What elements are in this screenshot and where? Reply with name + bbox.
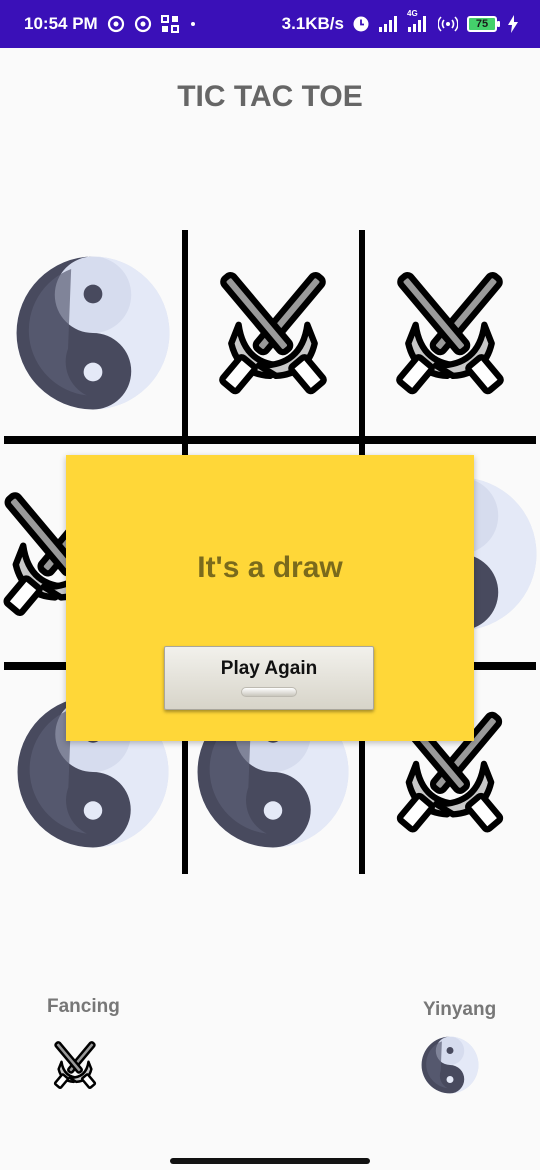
board-cell-1[interactable] — [4, 230, 182, 436]
net-speed: 3.1KB/s — [281, 14, 344, 33]
signal-4g-icon: 4G — [407, 9, 429, 32]
signal-icon — [378, 16, 398, 32]
at-sign-icon — [134, 15, 152, 33]
play-again-button[interactable]: Play Again — [164, 646, 374, 710]
fencing-icon — [371, 254, 529, 412]
yinyang-icon — [15, 255, 171, 411]
battery-level: 75 — [475, 18, 489, 30]
board-cell-3[interactable] — [364, 230, 536, 436]
clock-icon — [353, 16, 369, 32]
player-right-name: Yinyang — [423, 999, 497, 1020]
status-time: 10:54 PM — [24, 14, 98, 33]
page-title: TIC TAC TOE — [177, 80, 363, 113]
hotspot-icon — [438, 16, 458, 32]
charging-icon — [508, 15, 518, 33]
gesture-nav-bar[interactable] — [170, 1158, 370, 1164]
play-again-label: Play Again — [220, 658, 318, 679]
fencing-icon — [44, 1034, 106, 1096]
result-dialog: It's a draw Play Again — [66, 455, 474, 741]
at-sign-icon — [107, 15, 125, 33]
button-highlight — [241, 687, 297, 697]
result-message: It's a draw — [197, 551, 343, 584]
grid-icon — [160, 15, 179, 33]
status-bar: 10:54 PM 3.1KB/s 4G 75 — [0, 0, 540, 48]
battery-icon: 75 — [467, 16, 500, 32]
dot-icon — [188, 19, 198, 29]
yinyang-icon — [421, 1036, 479, 1094]
player-left-name: Fancing — [47, 996, 120, 1017]
board-cell-2[interactable] — [186, 230, 360, 436]
fencing-icon — [194, 254, 352, 412]
grid-line-horizontal-1 — [4, 436, 536, 444]
